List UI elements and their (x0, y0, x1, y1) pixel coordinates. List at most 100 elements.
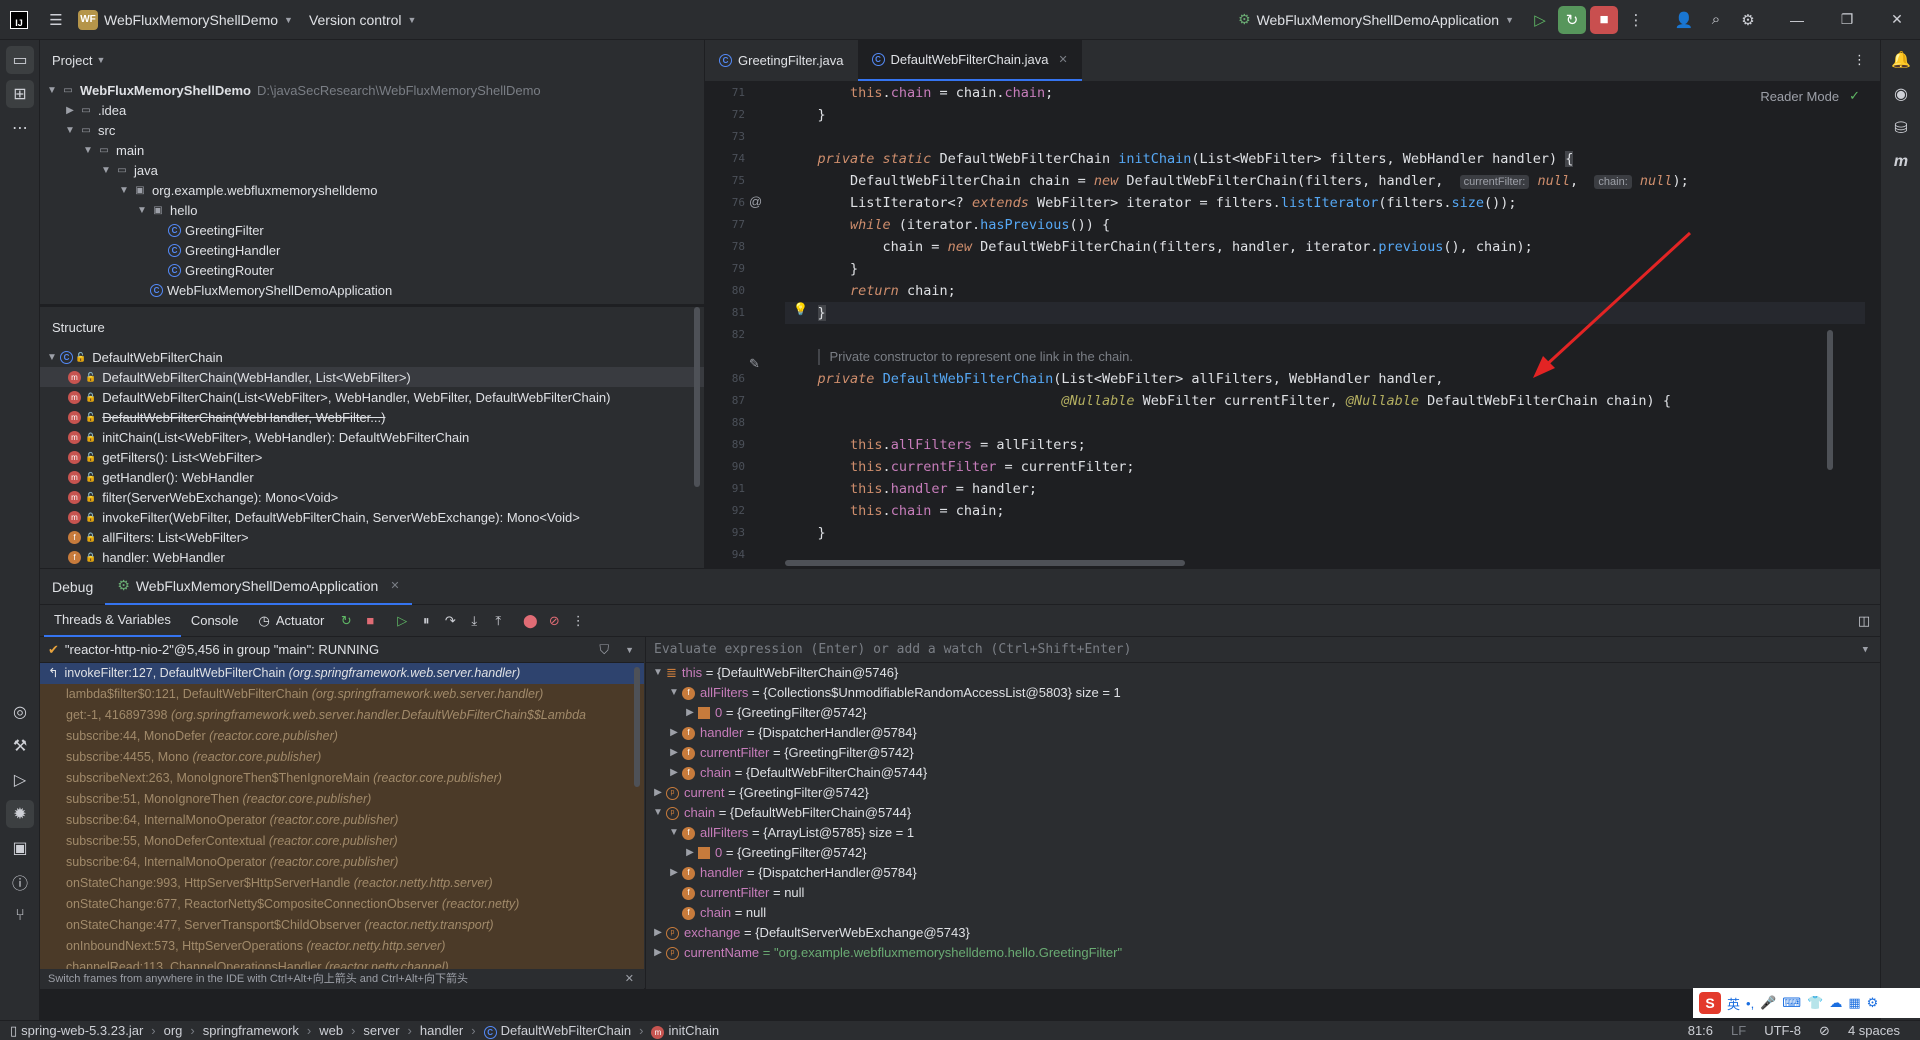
structure-item[interactable]: m 🔓 getFilters(): List<WebFilter> (40, 447, 704, 467)
stack-frame[interactable]: ↰ invokeFilter:127, DefaultWebFilterChain… (40, 663, 644, 684)
step-into-icon[interactable]: ⤓ (462, 609, 486, 633)
maven-icon[interactable]: m (1887, 148, 1915, 176)
tab-greeting-filter[interactable]: C GreetingFilter.java (705, 39, 858, 81)
project-tree-item[interactable]: ▼ ▭ main (40, 140, 704, 160)
mic-icon[interactable]: 🎤 (1760, 995, 1776, 1011)
structure-item[interactable]: m 🔒 invokeFilter(WebFilter, DefaultWebFilt… (40, 507, 704, 527)
punctuation-icon[interactable]: •, (1746, 996, 1754, 1011)
filter-icon[interactable]: ⛉ (599, 642, 609, 658)
breadcrumb-item[interactable]: m initChain (651, 1023, 719, 1039)
view-breakpoints-icon[interactable]: ⬤ (518, 609, 542, 633)
project-tree-item[interactable]: C WebFluxMemoryShellDemoApplication (40, 280, 704, 300)
structure-icon[interactable]: ⊞ (6, 80, 34, 108)
structure-scrollbar[interactable] (694, 307, 700, 487)
stack-frame[interactable]: onInboundNext:573, HttpServerOperations … (40, 936, 644, 957)
structure-item[interactable]: m 🔒 DefaultWebFilterChain(List<WebFilter>,… (40, 387, 704, 407)
editor-scrollbar[interactable] (1827, 330, 1833, 470)
cursor-position[interactable]: 81:6 (1688, 1023, 1713, 1039)
services-icon[interactable]: ◎ (6, 698, 34, 726)
resume-program-icon[interactable]: ▷ (390, 609, 414, 633)
stack-frame[interactable]: subscribeNext:263, MonoIgnoreThen$ThenIg… (40, 768, 644, 789)
rerun-icon[interactable]: ↻ (334, 609, 358, 633)
variable-row[interactable]: f chain = null (646, 903, 1880, 923)
stack-frame[interactable]: subscribe:44, MonoDefer (reactor.core.pu… (40, 726, 644, 747)
breadcrumb-item[interactable]: C DefaultWebFilterChain (483, 1023, 631, 1039)
cloud-icon[interactable]: ☁ (1829, 995, 1842, 1011)
ime-lang[interactable]: 英 (1727, 994, 1740, 1013)
variable-row[interactable]: ▶ 0 = {GreetingFilter@5742} (646, 843, 1880, 863)
project-tree-item[interactable]: ▶ ▭ .idea (40, 100, 704, 120)
stack-frame[interactable]: subscribe:4455, Mono (reactor.core.publi… (40, 747, 644, 768)
structure-item[interactable]: m 🔓 filter(ServerWebExchange): Mono<Void> (40, 487, 704, 507)
run-config-selector[interactable]: ⚙ WebFluxMemoryShellDemoApplication ▼ (1230, 11, 1522, 28)
structure-item[interactable]: f 🔒 handler: WebHandler (40, 547, 704, 567)
breadcrumb-item[interactable]: ▯ spring-web-5.3.23.jar (10, 1023, 143, 1039)
project-tree-item[interactable]: C GreetingFilter (40, 220, 704, 240)
tab-debug[interactable]: Debug (40, 569, 105, 605)
keyboard-icon[interactable]: ⌨ (1782, 995, 1801, 1011)
skin-icon[interactable]: 👕 (1807, 995, 1823, 1011)
variable-row[interactable]: ▶ f handler = {DispatcherHandler@5784} (646, 723, 1880, 743)
tabs-more-icon[interactable]: ⋮ (1853, 39, 1880, 81)
settings-gear-icon[interactable]: ⚙ (1734, 6, 1762, 34)
breadcrumb-item[interactable]: springframework (203, 1023, 299, 1038)
project-tree-item[interactable]: ▼ ▭ src (40, 120, 704, 140)
project-panel-header[interactable]: Project ▼ (40, 40, 704, 80)
ai-assistant-icon[interactable]: ◉ (1887, 80, 1915, 108)
breadcrumb-item[interactable]: org (164, 1023, 183, 1038)
project-tree-item[interactable]: ▼ ▣ org.example.webfluxmemoryshelldemo (40, 180, 704, 200)
bulb-icon[interactable]: 💡 (793, 302, 808, 316)
editor-h-scrollbar[interactable] (785, 560, 1185, 566)
step-out-icon[interactable]: ⤒ (486, 609, 510, 633)
line-separator[interactable]: LF (1731, 1023, 1746, 1039)
project-tree-item[interactable]: C GreetingHandler (40, 240, 704, 260)
project-tree-item[interactable]: C GreetingRouter (40, 260, 704, 280)
run-icon[interactable]: ▷ (6, 766, 34, 794)
variable-row[interactable]: ▶ p exchange = {DefaultServerWebExchange@5… (646, 923, 1880, 943)
variable-row[interactable]: f currentFilter = null (646, 883, 1880, 903)
structure-root[interactable]: ▼ C 🔓 DefaultWebFilterChain (40, 347, 704, 367)
variable-row[interactable]: ▶ f chain = {DefaultWebFilterChain@5744} (646, 763, 1880, 783)
stack-frame[interactable]: subscribe:51, MonoIgnoreThen (reactor.co… (40, 789, 644, 810)
override-marker-icon[interactable]: @ (749, 194, 762, 209)
stack-frame[interactable]: onStateChange:993, HttpServer$HttpServer… (40, 873, 644, 894)
project-switcher[interactable]: WF WebFluxMemoryShellDemo ▼ (70, 9, 301, 30)
breadcrumb-item[interactable]: handler (420, 1023, 463, 1038)
variable-row[interactable]: ▶ f currentFilter = {GreetingFilter@5742} (646, 743, 1880, 763)
close-hint-icon[interactable]: ✕ (625, 969, 634, 989)
chevron-down-icon[interactable]: ▼ (625, 645, 634, 655)
breadcrumb-item[interactable]: web (319, 1023, 343, 1038)
project-tree-item[interactable]: ▼ ▭ WebFluxMemoryShellDemo D:\javaSecResear… (40, 80, 704, 100)
toolbox-icon[interactable]: ▦ (1848, 995, 1860, 1011)
variable-row[interactable]: ▶ 0 = {GreetingFilter@5742} (646, 703, 1880, 723)
edit-doc-icon[interactable]: ✎ (749, 356, 760, 372)
indent-setting[interactable]: 4 spaces (1848, 1023, 1900, 1039)
tab-threads-variables[interactable]: Threads & Variables (44, 605, 181, 637)
debug-bug-icon[interactable]: ✹ (6, 800, 34, 828)
variable-row[interactable]: ▼ f allFilters = {ArrayList@5785} size = 1 (646, 823, 1880, 843)
stack-frame[interactable]: onStateChange:477, ServerTransport$Child… (40, 915, 644, 936)
variable-row[interactable]: ▼ ≣ this = {DefaultWebFilterChain@5746} (646, 663, 1880, 683)
structure-item[interactable]: m 🔓 getHandler(): WebHandler (40, 467, 704, 487)
more-icon[interactable]: ⋮ (1622, 6, 1650, 34)
tab-debug-session[interactable]: ⚙ WebFluxMemoryShellDemoApplication ✕ (105, 569, 412, 605)
stack-frame[interactable]: subscribe:64, InternalMonoOperator (reac… (40, 852, 644, 873)
layout-icon[interactable]: ◫ (1852, 609, 1876, 633)
close-tab-icon[interactable]: ✕ (390, 579, 399, 592)
build-hammer-icon[interactable]: ⚒ (6, 732, 34, 760)
thread-selector[interactable]: ✔ "reactor-http-nio-2"@5,456 in group "m… (40, 637, 644, 663)
vcs-menu[interactable]: Version control ▼ (301, 12, 425, 28)
tab-default-web-filter-chain[interactable]: C DefaultWebFilterChain.java ✕ (857, 39, 1082, 81)
close-window-button[interactable]: ✕ (1874, 0, 1920, 40)
variable-row[interactable]: ▶ f handler = {DispatcherHandler@5784} (646, 863, 1880, 883)
structure-item[interactable]: f 🔒 allFilters: List<WebFilter> (40, 527, 704, 547)
rerun-debug-button[interactable]: ↻ (1558, 5, 1586, 34)
stop-button[interactable]: ■ (1590, 5, 1618, 34)
readonly-icon[interactable]: ⊘ (1819, 1023, 1830, 1039)
project-folder-icon[interactable]: ▭ (6, 46, 34, 74)
add-user-icon[interactable]: 👤 (1670, 6, 1698, 34)
pause-icon[interactable]: ⏸ (414, 609, 438, 633)
stack-frame[interactable]: lambda$filter$0:121, DefaultWebFilterCha… (40, 684, 644, 705)
chevron-down-icon[interactable]: ▼ (1863, 637, 1868, 663)
terminal-icon[interactable]: ▣ (6, 834, 34, 862)
